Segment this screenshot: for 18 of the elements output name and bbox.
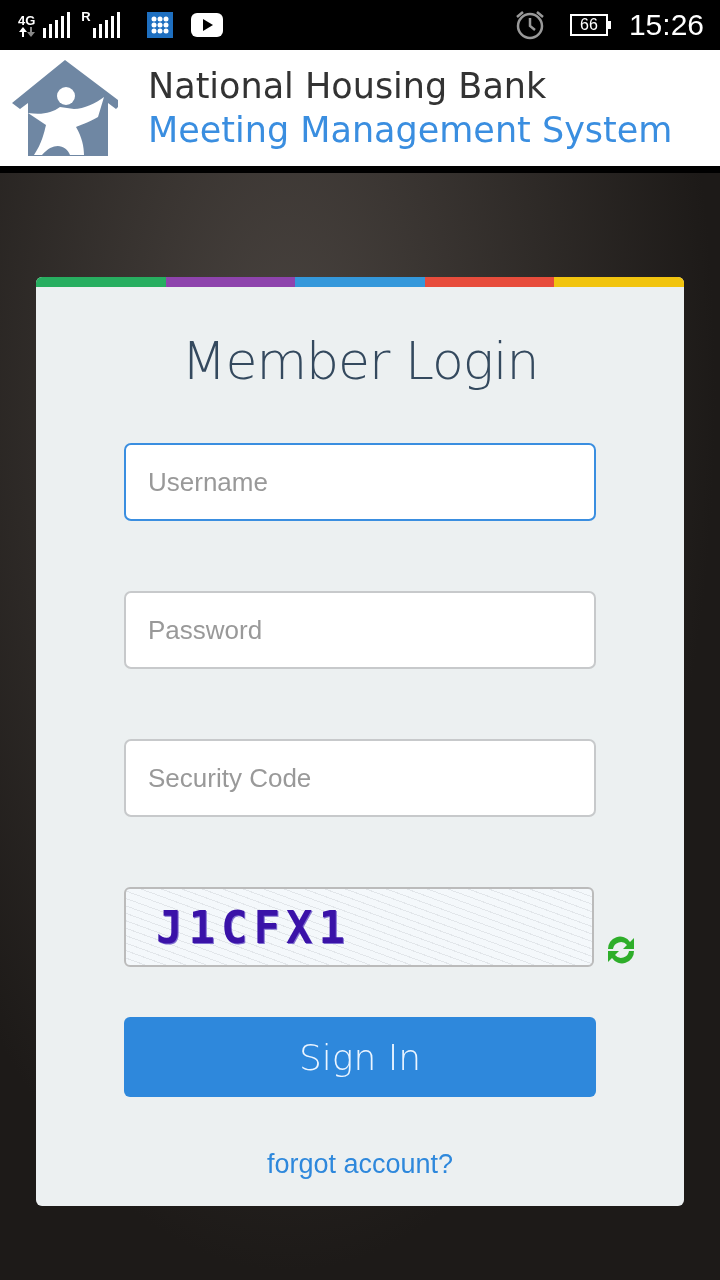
signal-icon xyxy=(92,12,123,38)
bank-name: National Housing Bank xyxy=(148,65,548,108)
battery-level: 66 xyxy=(569,14,608,36)
network-label: 4G xyxy=(18,13,36,27)
roaming-label: R xyxy=(81,10,91,23)
input-field[interactable]: Security Code xyxy=(124,739,596,817)
login-title: Member Login xyxy=(181,331,539,391)
sign-in-button[interactable]: Sign In xyxy=(124,1017,596,1097)
input-field[interactable]: Password xyxy=(124,591,596,669)
forgot-account-link[interactable]: forgot account? xyxy=(266,1149,454,1180)
house-logo-icon xyxy=(12,58,118,158)
data-arrows-icon xyxy=(18,26,35,37)
play-icon xyxy=(190,13,223,37)
input-field[interactable]: Username xyxy=(124,443,596,521)
system-name: Meeting Management System xyxy=(148,109,673,152)
captcha-text: J1CFX1 xyxy=(156,901,351,953)
clock-time: 15:26 xyxy=(628,8,704,42)
app-grid-icon xyxy=(146,12,173,38)
